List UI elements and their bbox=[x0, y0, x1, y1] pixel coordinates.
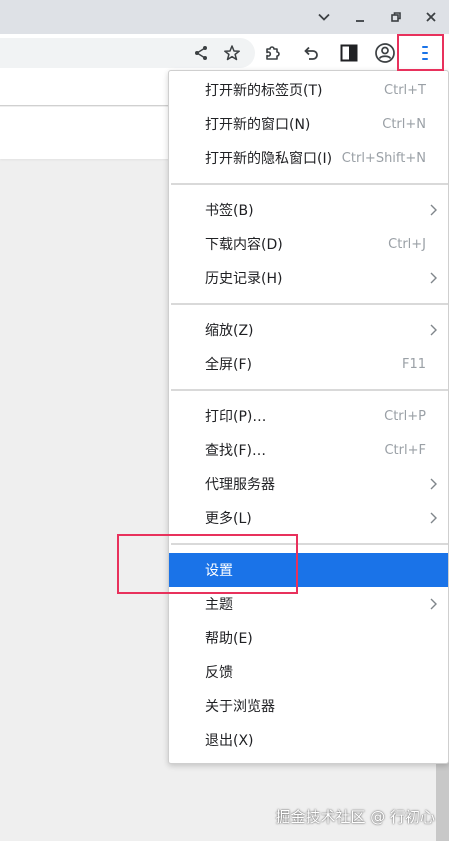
profile-button[interactable] bbox=[371, 39, 399, 67]
menu-item[interactable]: 关于浏览器 bbox=[169, 689, 448, 723]
share-icon bbox=[195, 46, 207, 60]
menu-item[interactable]: 打开新的标签页(T) Ctrl+T bbox=[169, 73, 448, 107]
menu-item[interactable]: 下载内容(D) Ctrl+J bbox=[169, 227, 448, 261]
menu-item-label: 缩放(Z) bbox=[205, 323, 254, 339]
star-icon bbox=[224, 45, 240, 61]
browser-toolbar bbox=[0, 34, 449, 72]
menu-item-shortcut: Ctrl+T bbox=[384, 82, 426, 98]
menu-item-label: 打印(P)… bbox=[205, 409, 267, 425]
extensions-puzzle-icon bbox=[266, 46, 280, 60]
menu-item[interactable]: 历史记录(H) bbox=[169, 261, 448, 295]
chevron-right-icon bbox=[430, 272, 437, 284]
menu-item-label: 下载内容(D) bbox=[205, 237, 283, 253]
menu-item[interactable]: 反馈 bbox=[169, 655, 448, 689]
undo-button[interactable] bbox=[297, 39, 325, 67]
address-bar[interactable] bbox=[0, 38, 255, 68]
title-bar bbox=[0, 0, 449, 34]
menu-separator bbox=[171, 183, 448, 185]
menu-item[interactable]: 更多(L) bbox=[169, 501, 448, 535]
menu-item[interactable]: 缩放(Z) bbox=[169, 313, 448, 347]
share-button[interactable] bbox=[187, 39, 215, 67]
minimize-button[interactable] bbox=[342, 0, 378, 34]
menu-item[interactable]: 代理服务器 bbox=[169, 467, 448, 501]
menu-item-shortcut: Ctrl+Shift+N bbox=[341, 150, 426, 166]
menu-item-label: 查找(F)… bbox=[205, 443, 266, 459]
extensions-button[interactable] bbox=[259, 39, 287, 67]
chevron-right-icon bbox=[430, 512, 437, 524]
watermark: 掘金技术社区 @ 行初心 bbox=[275, 808, 435, 826]
side-panel-icon bbox=[340, 44, 358, 62]
tab-search-button[interactable] bbox=[306, 0, 342, 34]
menu-item-label: 反馈 bbox=[205, 665, 233, 681]
chevron-down-icon bbox=[318, 13, 330, 21]
menu-item[interactable]: 退出(X) bbox=[169, 723, 448, 757]
close-icon bbox=[426, 12, 436, 22]
menu-item-label: 退出(X) bbox=[205, 733, 254, 749]
menu-item-label: 打开新的隐私窗口(I) bbox=[205, 151, 333, 167]
bookmark-star-button[interactable] bbox=[218, 39, 246, 67]
menu-item-shortcut: Ctrl+J bbox=[388, 236, 426, 252]
menu-item-label: 代理服务器 bbox=[205, 477, 275, 493]
chevron-right-icon bbox=[430, 324, 437, 336]
side-panel-button[interactable] bbox=[335, 39, 363, 67]
menu-item-label: 主题 bbox=[205, 597, 233, 613]
menu-button[interactable] bbox=[411, 39, 439, 67]
menu-item-label: 打开新的窗口(N) bbox=[205, 117, 311, 133]
minimize-icon bbox=[356, 20, 364, 22]
menu-item[interactable]: 打开新的隐私窗口(I) Ctrl+Shift+N bbox=[169, 141, 448, 175]
menu-item-shortcut: Ctrl+N bbox=[382, 116, 426, 132]
chevron-right-icon bbox=[430, 204, 437, 216]
menu-kebab-icon bbox=[422, 46, 428, 60]
menu-item[interactable]: 帮助(E) bbox=[169, 621, 448, 655]
menu-separator bbox=[171, 303, 448, 305]
chevron-right-icon bbox=[430, 598, 437, 610]
undo-icon bbox=[304, 46, 318, 60]
menu-separator bbox=[171, 543, 448, 545]
menu-item-settings[interactable]: 设置 bbox=[169, 553, 448, 587]
menu-item[interactable]: 全屏(F) F11 bbox=[169, 347, 448, 381]
profile-icon bbox=[375, 43, 395, 63]
menu-item[interactable]: 打开新的窗口(N) Ctrl+N bbox=[169, 107, 448, 141]
menu-item-label: 更多(L) bbox=[205, 511, 252, 527]
menu-item-label: 全屏(F) bbox=[205, 357, 252, 373]
menu-item[interactable]: 打印(P)… Ctrl+P bbox=[169, 399, 448, 433]
menu-item-label: 书签(B) bbox=[205, 203, 254, 219]
menu-item-shortcut: Ctrl+F bbox=[384, 442, 426, 458]
close-button[interactable] bbox=[413, 0, 449, 34]
chevron-right-icon bbox=[430, 478, 437, 490]
menu-item[interactable]: 查找(F)… Ctrl+F bbox=[169, 433, 448, 467]
menu-separator bbox=[171, 389, 448, 391]
menu-item-label: 打开新的标签页(T) bbox=[205, 83, 323, 99]
menu-item[interactable]: 书签(B) bbox=[169, 193, 448, 227]
menu-item-label: 关于浏览器 bbox=[205, 699, 275, 715]
menu-item-shortcut: Ctrl+P bbox=[384, 408, 426, 424]
menu-item[interactable]: 主题 bbox=[169, 587, 448, 621]
restore-button[interactable] bbox=[378, 0, 414, 34]
menu-item-shortcut: F11 bbox=[401, 356, 426, 372]
restore-icon bbox=[391, 12, 401, 22]
menu-item-label: 历史记录(H) bbox=[205, 271, 283, 287]
browser-main-menu: 打开新的标签页(T) Ctrl+T 打开新的窗口(N) Ctrl+N 打开新的隐私窗口(… bbox=[168, 70, 449, 764]
menu-item-label: 设置 bbox=[205, 563, 233, 579]
menu-item-label: 帮助(E) bbox=[205, 631, 253, 647]
